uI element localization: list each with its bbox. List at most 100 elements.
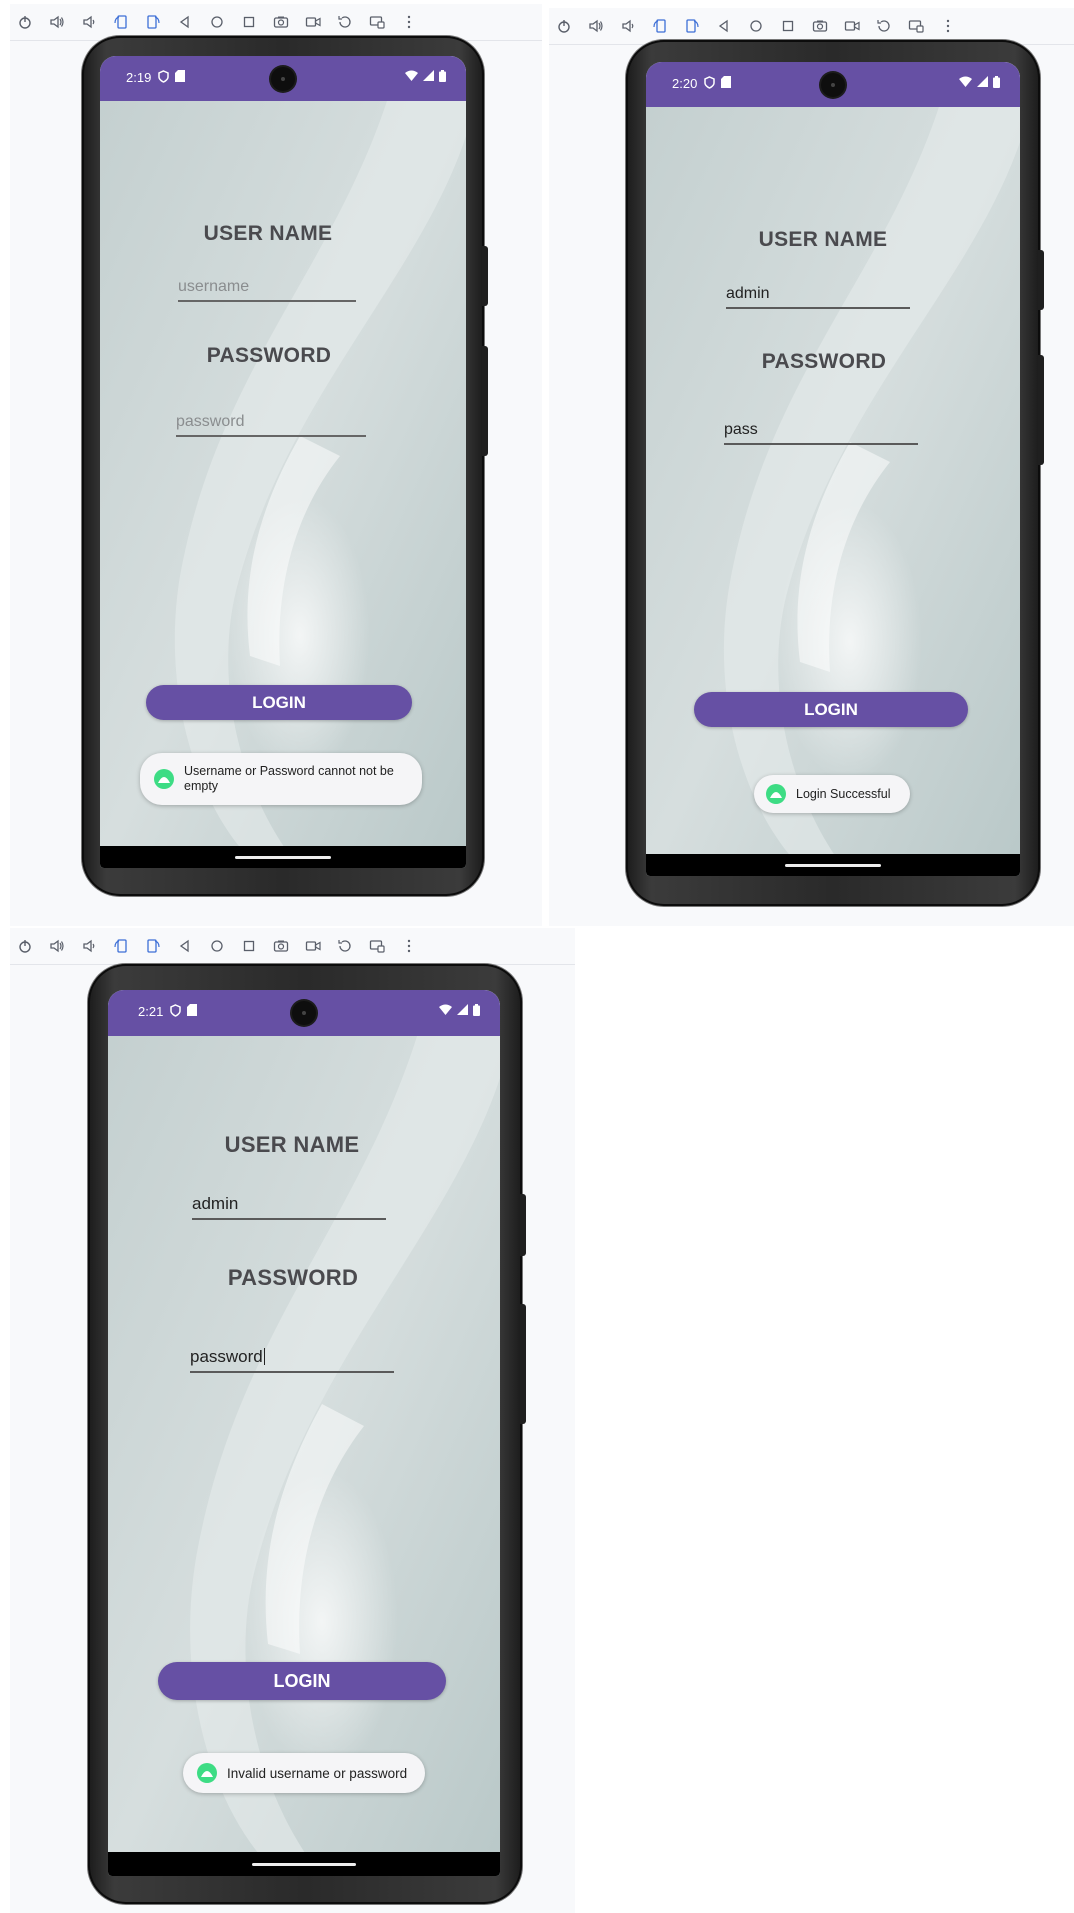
android-icon: [197, 1763, 217, 1783]
home-icon[interactable]: [208, 937, 226, 955]
power-side-button: [1038, 250, 1044, 310]
shield-icon: [704, 76, 715, 89]
snapshot-icon[interactable]: [336, 937, 354, 955]
snapshot-icon[interactable]: [336, 13, 354, 31]
battery-icon: [473, 1004, 480, 1016]
screenshot-icon[interactable]: [272, 13, 290, 31]
status-time: 2:21: [138, 1004, 164, 1019]
extended-controls-icon[interactable]: [368, 13, 386, 31]
power-side-button: [520, 1194, 526, 1256]
android-icon: [154, 769, 174, 789]
username-label: USER NAME: [203, 222, 333, 245]
volume-side-button: [1038, 355, 1044, 465]
volume-up-icon[interactable]: [587, 17, 605, 35]
shield-icon: [170, 1004, 181, 1017]
power-icon[interactable]: [16, 13, 34, 31]
sd-card-icon: [187, 1004, 197, 1016]
login-button[interactable]: LOGIN: [146, 685, 412, 720]
phone-screen: 2:19 USER NAME username PASSWORD passwor…: [100, 56, 466, 868]
signal-icon: [457, 1004, 468, 1015]
wallpaper-background: [100, 56, 466, 868]
signal-icon: [977, 76, 988, 87]
password-label: PASSWORD: [761, 350, 887, 373]
screen-record-icon[interactable]: [843, 17, 861, 35]
extended-controls-icon[interactable]: [907, 17, 925, 35]
overview-icon[interactable]: [779, 17, 797, 35]
phone-frame: 2:21 USER NAME admin PASSWORD password L…: [88, 964, 526, 1904]
username-input[interactable]: admin: [726, 285, 910, 309]
emulator-toolbar: [10, 928, 575, 965]
phone-frame: 2:20 USER NAME admin PASSWORD pass LOGIN: [626, 40, 1044, 906]
battery-icon: [439, 70, 446, 82]
username-input[interactable]: username: [178, 278, 356, 302]
status-bar: 2:19: [100, 56, 466, 101]
screen-record-icon[interactable]: [304, 937, 322, 955]
navigation-bar: [100, 846, 466, 868]
extended-controls-icon[interactable]: [368, 937, 386, 955]
volume-up-icon[interactable]: [48, 13, 66, 31]
username-input[interactable]: admin: [192, 1194, 386, 1220]
screen-record-icon[interactable]: [304, 13, 322, 31]
toast-text: Login Successful: [796, 787, 891, 801]
username-label: USER NAME: [224, 1132, 360, 1157]
status-time: 2:20: [672, 76, 698, 91]
password-input[interactable]: password: [176, 413, 366, 437]
rotate-left-icon[interactable]: [112, 937, 130, 955]
volume-side-button: [520, 1304, 526, 1424]
phone-screen: 2:20 USER NAME admin PASSWORD pass LOGIN: [646, 62, 1020, 876]
more-icon[interactable]: [939, 17, 957, 35]
home-icon[interactable]: [208, 13, 226, 31]
power-icon[interactable]: [16, 937, 34, 955]
more-icon[interactable]: [400, 937, 418, 955]
password-input[interactable]: password: [190, 1347, 394, 1373]
android-icon: [766, 784, 786, 804]
volume-down-icon[interactable]: [80, 937, 98, 955]
login-button[interactable]: LOGIN: [158, 1662, 446, 1700]
snapshot-icon[interactable]: [875, 17, 893, 35]
password-input[interactable]: pass: [724, 421, 918, 445]
home-icon[interactable]: [747, 17, 765, 35]
login-button[interactable]: LOGIN: [694, 692, 968, 727]
phone-screen: 2:21 USER NAME admin PASSWORD password L…: [108, 990, 500, 1876]
back-icon[interactable]: [715, 17, 733, 35]
toast-text: Invalid username or password: [227, 1765, 408, 1781]
wifi-icon: [959, 76, 972, 87]
volume-up-icon[interactable]: [48, 937, 66, 955]
sd-card-icon: [175, 70, 185, 82]
overview-icon[interactable]: [240, 13, 258, 31]
rotate-left-icon[interactable]: [112, 13, 130, 31]
back-icon[interactable]: [176, 13, 194, 31]
emulator-panel-2: 2:20 USER NAME admin PASSWORD pass LOGIN: [549, 8, 1074, 926]
screenshot-icon[interactable]: [272, 937, 290, 955]
overview-icon[interactable]: [240, 937, 258, 955]
home-gesture-handle[interactable]: [785, 864, 881, 867]
volume-side-button: [482, 346, 488, 456]
rotate-right-icon[interactable]: [683, 17, 701, 35]
toast-message: Invalid username or password: [183, 1753, 425, 1793]
wallpaper-background: [108, 990, 500, 1876]
status-time: 2:19: [126, 70, 152, 85]
navigation-bar: [108, 1852, 500, 1876]
front-camera: [292, 1001, 316, 1025]
emulator-panel-1: 2:19 USER NAME username PASSWORD passwor…: [10, 4, 542, 926]
navigation-bar: [646, 854, 1020, 876]
screenshot-icon[interactable]: [811, 17, 829, 35]
rotate-right-icon[interactable]: [144, 937, 162, 955]
volume-down-icon[interactable]: [80, 13, 98, 31]
more-icon[interactable]: [400, 13, 418, 31]
rotate-left-icon[interactable]: [651, 17, 669, 35]
signal-icon: [423, 70, 434, 81]
rotate-right-icon[interactable]: [144, 13, 162, 31]
wifi-icon: [439, 1004, 452, 1015]
shield-icon: [158, 70, 169, 83]
password-label: PASSWORD: [206, 344, 332, 367]
status-bar: 2:20: [646, 62, 1020, 107]
home-gesture-handle[interactable]: [252, 1863, 356, 1866]
back-icon[interactable]: [176, 937, 194, 955]
wallpaper-background: [646, 62, 1020, 876]
phone-frame: 2:19 USER NAME username PASSWORD passwor…: [82, 36, 488, 896]
volume-down-icon[interactable]: [619, 17, 637, 35]
sd-card-icon: [721, 76, 731, 88]
home-gesture-handle[interactable]: [235, 856, 331, 859]
power-icon[interactable]: [555, 17, 573, 35]
